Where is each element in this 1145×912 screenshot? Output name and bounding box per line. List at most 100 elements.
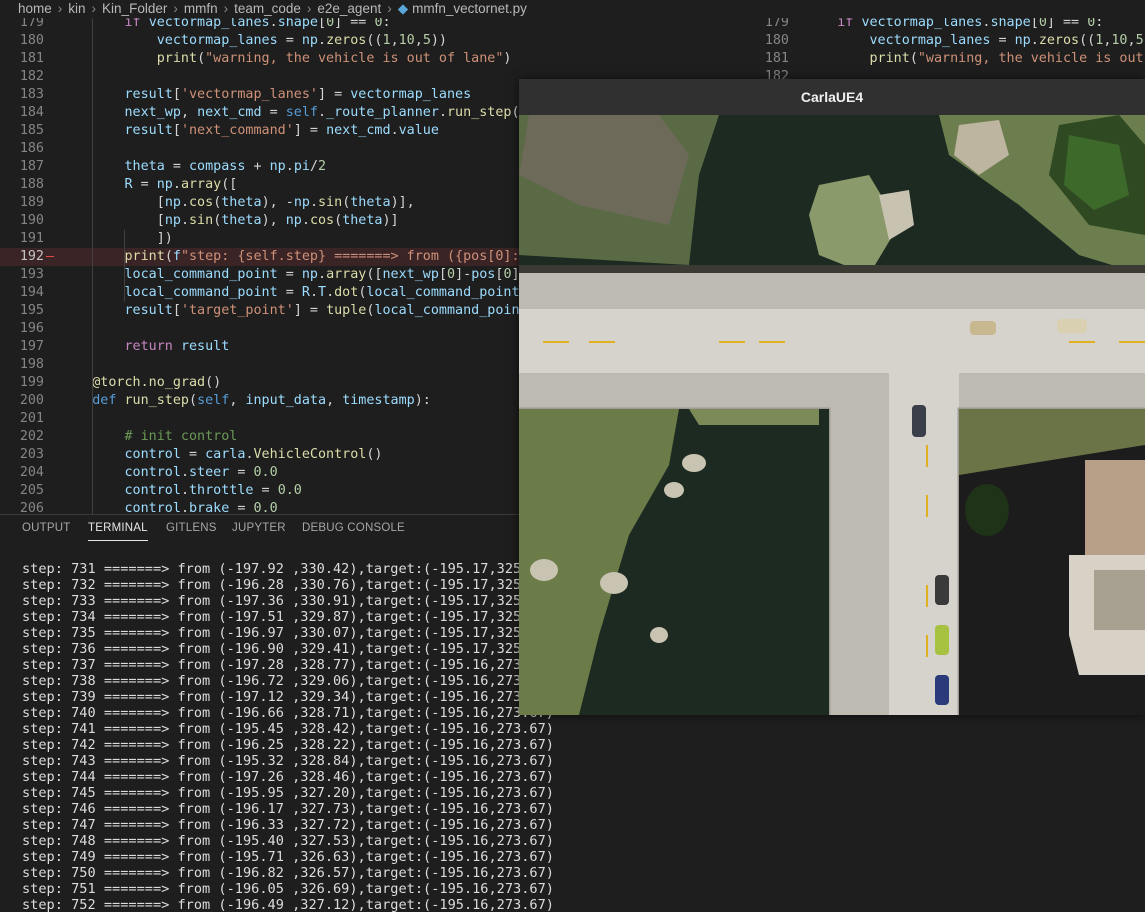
line-number: 199: [19, 375, 44, 390]
code-line[interactable]: 198: [0, 356, 560, 374]
code-line[interactable]: 197 return result: [0, 338, 560, 356]
terminal-line: step: 749 =======> from (-195.71 ,326.63…: [22, 849, 554, 865]
terminal-line: step: 741 =======> from (-195.45 ,328.42…: [22, 721, 554, 737]
code-line[interactable]: 183 result['vectormap_lanes'] = vectorma…: [0, 86, 560, 104]
code-line[interactable]: 186: [0, 140, 560, 158]
line-number: 198: [19, 357, 44, 372]
code-line[interactable]: 199 @torch.no_grad(): [0, 374, 560, 392]
code-text: local_command_point = R.T.dot(local_comm…: [124, 285, 528, 300]
line-number: 188: [19, 177, 44, 192]
code-text: [np.sin(theta), np.cos(theta)]: [60, 213, 399, 228]
line-number: 195: [19, 303, 44, 318]
terminal-line: step: 746 =======> from (-196.17 ,327.73…: [22, 801, 554, 817]
code-text: control.throttle = 0.0: [124, 483, 302, 498]
breadcrumb-item[interactable]: e2e_agent: [317, 0, 381, 18]
code-text: return result: [124, 339, 230, 354]
line-number: 194: [19, 285, 44, 300]
line-number: 196: [19, 321, 44, 336]
tab-output[interactable]: OUTPUT: [22, 522, 70, 534]
breadcrumb-item[interactable]: kin: [68, 0, 85, 18]
code-line[interactable]: 193 local_command_point = np.array([next…: [0, 266, 560, 284]
code-text: # init control: [60, 429, 238, 444]
code-line[interactable]: 181 print("warning, the vehicle is out o…: [745, 50, 1145, 68]
code-line[interactable]: 190 [np.sin(theta), np.cos(theta)]: [0, 212, 560, 230]
code-text: result['vectormap_lanes'] = vectormap_la…: [124, 87, 472, 102]
chevron-right-icon: ›: [57, 1, 63, 16]
code-line[interactable]: 191 ]): [0, 230, 560, 248]
code-line[interactable]: 202 # init control: [0, 428, 560, 446]
line-number: 203: [19, 447, 44, 462]
panel-tabs: OUTPUT TERMINAL GITLENS JUPYTER DEBUG CONSOL…: [0, 514, 520, 547]
breadcrumb-item[interactable]: Kin_Folder: [102, 0, 167, 18]
code-text: vectormap_lanes = np.zeros((1,10,5)): [156, 33, 447, 48]
line-number: 193: [19, 267, 44, 282]
line-number: 180: [19, 33, 44, 48]
terminal-line: step: 742 =======> from (-196.25 ,328.22…: [22, 737, 554, 753]
code-line[interactable]: 182: [0, 68, 560, 86]
code-line[interactable]: 206 control.brake = 0.0: [0, 500, 560, 514]
code-text: result['next_command'] = next_cmd.value: [124, 123, 439, 138]
code-line[interactable]: 194 local_command_point = R.T.dot(local_…: [0, 284, 560, 302]
breadcrumb: home › kin › Kin_Folder › mmfn › team_code › e2e_a…: [0, 0, 1145, 18]
code-text: [np.cos(theta), -np.sin(theta)],: [60, 195, 415, 210]
line-number: 183: [19, 87, 44, 102]
terminal-line: step: 745 =======> from (-195.95 ,327.20…: [22, 785, 554, 801]
terminal-line: step: 751 =======> from (-196.05 ,326.69…: [22, 881, 554, 897]
terminal-line: step: 743 =======> from (-195.32 ,328.84…: [22, 753, 554, 769]
code-line[interactable]: 192— print(f"step: {self.step} =======> …: [0, 248, 560, 266]
tab-terminal[interactable]: TERMINAL: [88, 522, 148, 541]
terminal-line: step: 739 =======> from (-197.12 ,329.34…: [22, 689, 530, 705]
code-line[interactable]: 201: [0, 410, 560, 428]
code-line[interactable]: 195 result['target_point'] = tuple(local…: [0, 302, 560, 320]
terminal-line: step: 744 =======> from (-197.26 ,328.46…: [22, 769, 554, 785]
code-line[interactable]: 187 theta = compass + np.pi/2: [0, 158, 560, 176]
line-number: 185: [19, 123, 44, 138]
carla-viewport[interactable]: [519, 115, 1145, 715]
code-line[interactable]: 180 vectormap_lanes = np.zeros((1,10,5)): [745, 32, 1145, 50]
code-editor-split[interactable]: 179 if vectormap_lanes.shape[0] == 0: 180…: [745, 14, 1145, 80]
breakpoint-icon[interactable]: —: [46, 248, 54, 266]
code-line[interactable]: 196: [0, 320, 560, 338]
terminal-line: step: 736 =======> from (-196.90 ,329.41…: [22, 641, 530, 657]
code-text: def run_step(self, input_data, timestamp…: [92, 393, 431, 408]
line-number: 202: [19, 429, 44, 444]
code-line[interactable]: 180 vectormap_lanes = np.zeros((1,10,5)): [0, 32, 560, 50]
line-number: 201: [19, 411, 44, 426]
code-text: next_wp, next_cmd = self._route_planner.…: [124, 105, 552, 120]
terminal-line: step: 735 =======> from (-196.97 ,330.07…: [22, 625, 530, 641]
code-line[interactable]: 185 result['next_command'] = next_cmd.va…: [0, 122, 560, 140]
line-number: 180: [764, 33, 789, 48]
chevron-right-icon: ›: [91, 1, 97, 16]
code-line[interactable]: 204 control.steer = 0.0: [0, 464, 560, 482]
code-line[interactable]: 181 print("warning, the vehicle is out o…: [0, 50, 560, 68]
tab-jupyter[interactable]: JUPYTER: [232, 522, 286, 534]
code-text: print("warning, the vehicle is out of la…: [869, 51, 1144, 66]
indent-guide: [92, 14, 93, 514]
code-line[interactable]: 200 def run_step(self, input_data, times…: [0, 392, 560, 410]
code-line[interactable]: 203 control = carla.VehicleControl(): [0, 446, 560, 464]
code-line[interactable]: 184 next_wp, next_cmd = self._route_plan…: [0, 104, 560, 122]
code-line[interactable]: 205 control.throttle = 0.0: [0, 482, 560, 500]
line-number: 190: [19, 213, 44, 228]
code-line[interactable]: 189 [np.cos(theta), -np.sin(theta)],: [0, 194, 560, 212]
breadcrumb-item[interactable]: team_code: [234, 0, 301, 18]
breadcrumb-item[interactable]: mmfn: [184, 0, 218, 18]
terminal-line: step: 752 =======> from (-196.49 ,327.12…: [22, 897, 554, 912]
carla-window-title[interactable]: CarlaUE4: [519, 79, 1145, 115]
python-file-icon: ◆: [397, 1, 409, 16]
breadcrumb-item[interactable]: home: [0, 0, 52, 18]
line-number: 181: [764, 51, 789, 66]
carla-window[interactable]: CarlaUE4: [519, 79, 1145, 715]
code-editor[interactable]: 179 if vectormap_lanes.shape[0] == 0: 180…: [0, 14, 560, 514]
code-line[interactable]: 188 R = np.array([: [0, 176, 560, 194]
terminal-line: step: 737 =======> from (-197.28 ,328.77…: [22, 657, 530, 673]
terminal-line: step: 750 =======> from (-196.82 ,326.57…: [22, 865, 554, 881]
breadcrumb-item[interactable]: mmfn_vectornet.py: [412, 0, 527, 18]
line-number: 204: [19, 465, 44, 480]
terminal-line: step: 738 =======> from (-196.72 ,329.06…: [22, 673, 530, 689]
terminal-line: step: 733 =======> from (-197.36 ,330.91…: [22, 593, 530, 609]
tab-gitlens[interactable]: GITLENS: [166, 522, 217, 534]
terminal-line: step: 731 =======> from (-197.92 ,330.42…: [22, 561, 530, 577]
tab-debug-console[interactable]: DEBUG CONSOLE: [302, 522, 405, 534]
code-text: local_command_point = np.array([next_wp[…: [124, 267, 561, 282]
